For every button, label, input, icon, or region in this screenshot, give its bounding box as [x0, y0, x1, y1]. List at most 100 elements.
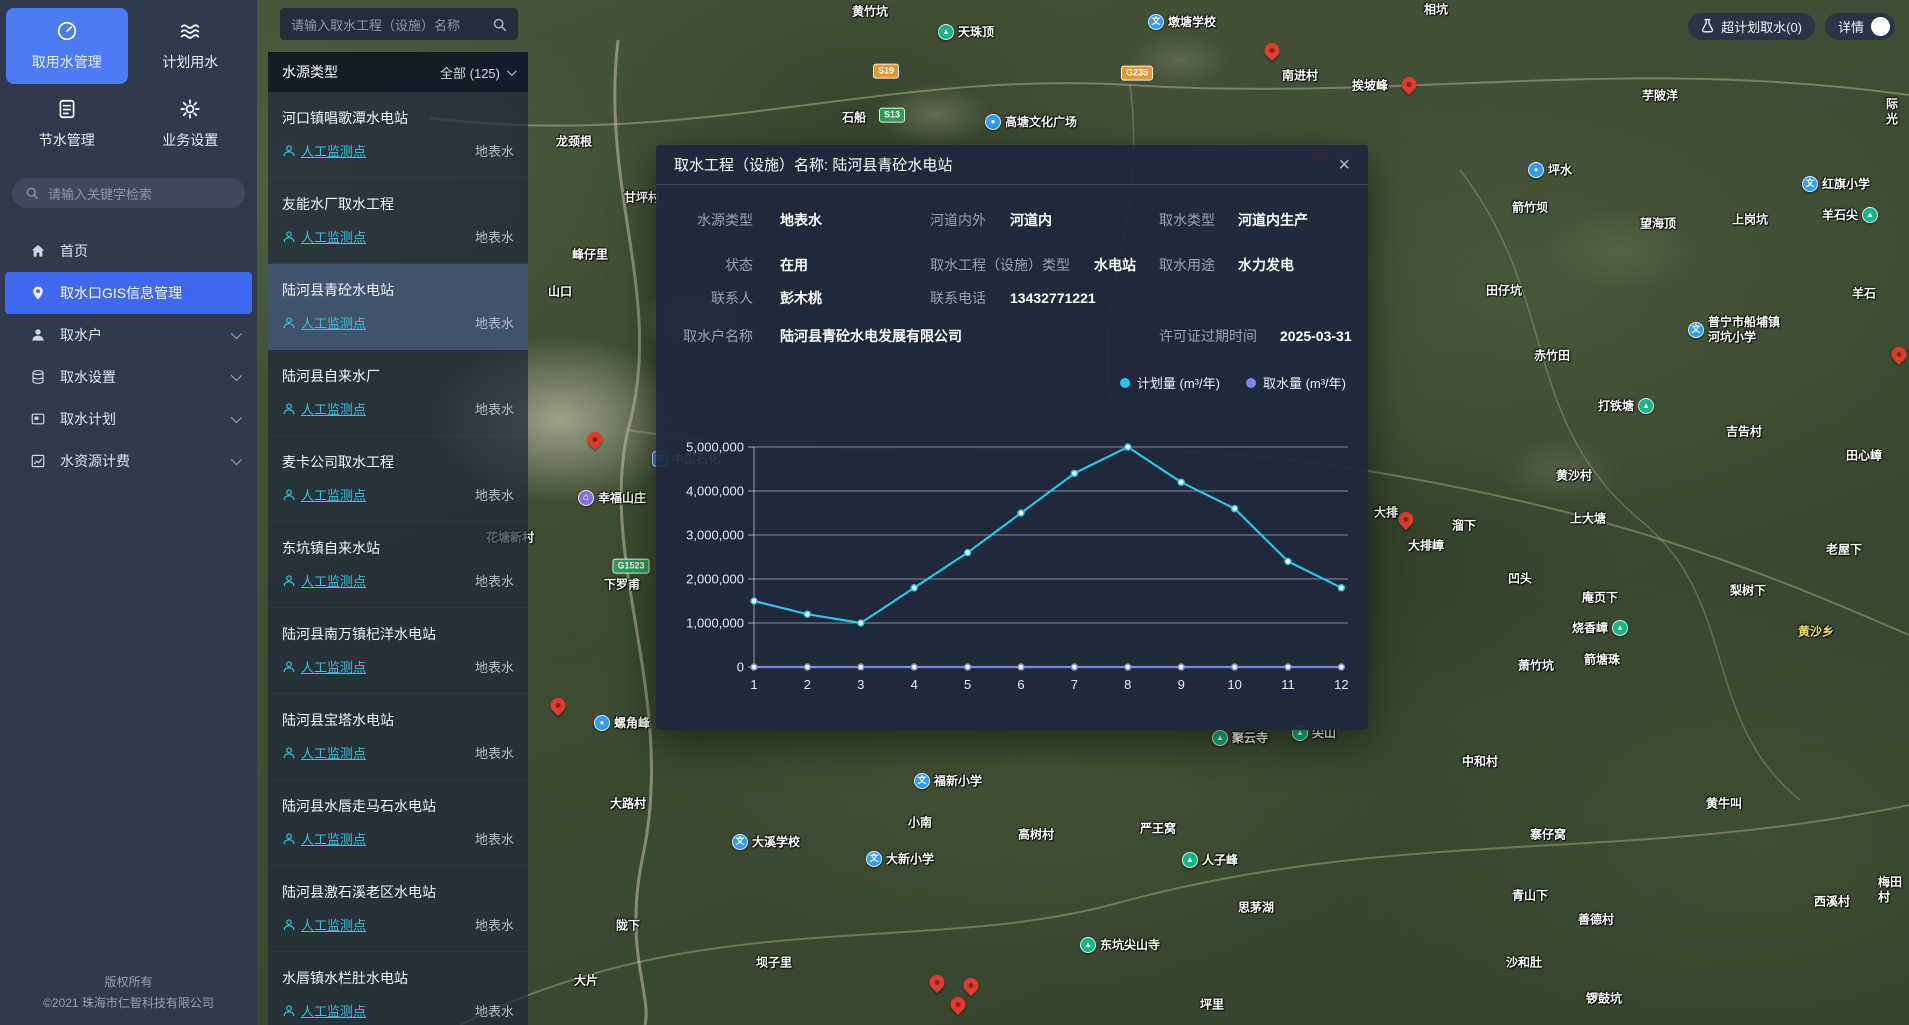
red-pin-marker-icon[interactable]	[1395, 509, 1416, 530]
map-place-name: 萧竹坑	[1518, 659, 1554, 674]
facility-list-item[interactable]: 陆河县南万镇杞洋水电站人工监测点地表水	[268, 608, 528, 694]
info-label: 状态	[656, 253, 753, 277]
toggle-knob[interactable]	[1871, 17, 1890, 36]
user-icon	[30, 327, 46, 343]
svg-text:11: 11	[1281, 677, 1295, 692]
water-source-type: 地表水	[475, 399, 514, 418]
map-place-name: 普宁市船埔镇 河坑小学	[1708, 315, 1780, 345]
info-label: 水源类型	[656, 208, 753, 232]
red-pin-marker-icon[interactable]	[960, 975, 981, 996]
sidebar-item-取水口GIS信息管理[interactable]: 取水口GIS信息管理	[5, 272, 252, 314]
manual-monitor-link[interactable]: 人工监测点	[282, 141, 366, 160]
water-source-type: 地表水	[475, 657, 514, 676]
over-plan-intake-label: 超计划取水(0)	[1721, 17, 1802, 36]
map-place-name: 陇下	[616, 919, 640, 934]
chevron-down-icon	[231, 328, 242, 339]
red-pin-marker-icon[interactable]	[1261, 40, 1282, 61]
map-place-name: 东坑尖山寺	[1100, 938, 1160, 953]
info-value: 陆河县青砼水电发展有限公司	[780, 324, 962, 348]
facility-list-item[interactable]: 东坑镇自来水站人工监测点地表水	[268, 522, 528, 608]
svg-text:4,000,000: 4,000,000	[686, 484, 744, 499]
legend-item[interactable]: 计划量 (m³/年)	[1120, 373, 1220, 392]
manual-monitor-link[interactable]: 人工监测点	[282, 399, 366, 418]
flask-icon	[1701, 18, 1714, 36]
info-value: 河道内	[1010, 208, 1052, 232]
map-place-name: 福新小学	[934, 774, 982, 789]
red-pin-marker-icon[interactable]	[947, 994, 968, 1015]
info-pair-取水户名称: 取水户名称陆河县青砼水电发展有限公司	[656, 324, 962, 348]
manual-monitor-link[interactable]: 人工监测点	[282, 313, 366, 332]
map-place-label: 赤竹田	[1534, 349, 1570, 364]
manual-monitor-link[interactable]: 人工监测点	[282, 743, 366, 762]
info-row: 状态在用取水工程（设施）类型水电站取水用途水力发电	[656, 253, 1368, 277]
map-place-label: 善德村	[1578, 913, 1614, 928]
launcher-tile-取用水管理[interactable]: 取用水管理	[6, 8, 128, 84]
over-plan-intake-button[interactable]: 超计划取水(0)	[1688, 13, 1815, 40]
info-pair-取水工程（设施）类型: 取水工程（设施）类型水电站	[930, 253, 1136, 277]
facility-name: 水唇镇水栏肚水电站	[282, 968, 514, 988]
red-pin-marker-icon[interactable]	[584, 429, 605, 450]
manual-monitor-link[interactable]: 人工监测点	[282, 915, 366, 934]
water-source-type: 地表水	[475, 915, 514, 934]
sidebar-menu: 首页取水口GIS信息管理取水户取水设置取水计划水资源计费	[0, 230, 257, 482]
info-label: 取水用途	[1159, 253, 1215, 277]
manual-monitor-link[interactable]: 人工监测点	[282, 657, 366, 676]
detail-toggle[interactable]: 详情	[1825, 13, 1895, 40]
launcher-tile-计划用水[interactable]: 计划用水	[130, 8, 252, 84]
facility-list-item[interactable]: 陆河县水唇走马石水电站人工监测点地表水	[268, 780, 528, 866]
map-place-label: 大片	[574, 974, 598, 989]
launcher-tile-业务设置[interactable]: 业务设置	[130, 86, 252, 162]
copyright-footer: 版权所有 ©2021 珠海市仁智科技有限公司	[0, 972, 257, 1025]
info-label: 河道内外	[930, 208, 986, 232]
red-pin-marker-icon[interactable]	[1398, 74, 1419, 95]
red-pin-marker-icon[interactable]	[1888, 344, 1909, 365]
facility-list-item[interactable]: 河口镇唱歌潭水电站人工监测点地表水	[268, 92, 528, 178]
map-place-name: 箭塘珠	[1584, 653, 1620, 668]
facility-search-input[interactable]: 请输入取水工程（设施）名称	[280, 8, 518, 40]
manual-monitor-link[interactable]: 人工监测点	[282, 571, 366, 590]
modal-title: 取水工程（设施）名称: 陆河县青砼水电站	[674, 154, 952, 175]
manual-monitor-link[interactable]: 人工监测点	[282, 829, 366, 848]
map-place-name: 中和村	[1462, 755, 1498, 770]
facility-name: 陆河县自来水厂	[282, 366, 514, 386]
sidebar-item-取水设置[interactable]: 取水设置	[0, 356, 257, 398]
red-pin-marker-icon[interactable]	[926, 972, 947, 993]
facility-list-item[interactable]: 陆河县宝塔水电站人工监测点地表水	[268, 694, 528, 780]
close-icon[interactable]: ×	[1338, 155, 1350, 175]
map-place-name: 石船	[842, 111, 866, 126]
launcher-tile-节水管理[interactable]: 节水管理	[6, 86, 128, 162]
facility-detail-modal: 取水工程（设施）名称: 陆河县青砼水电站 × 水源类型地表水河道内外河道内取水类…	[656, 145, 1368, 730]
facility-list-item[interactable]: 陆河县青砼水电站人工监测点地表水	[268, 264, 528, 350]
facility-list-item[interactable]: 陆河县自来水厂人工监测点 地表水	[268, 350, 528, 436]
road-shield-label: S13	[879, 108, 905, 123]
facility-list-item[interactable]: 友能水厂取水工程人工监测点地表水	[268, 178, 528, 264]
app-launcher: 取用水管理计划用水节水管理业务设置	[0, 0, 257, 162]
sidebar-item-取水计划[interactable]: 取水计划	[0, 398, 257, 440]
facility-list-item[interactable]: 水唇镇水栏肚水电站人工监测点地表水	[268, 952, 528, 1025]
sidebar-search-input[interactable]: 请输入关键字检索	[12, 178, 245, 208]
sidebar-item-水资源计费[interactable]: 水资源计费	[0, 440, 257, 482]
manual-monitor-link[interactable]: 人工监测点	[282, 1001, 366, 1020]
sidebar-item-label: 首页	[60, 241, 88, 261]
svg-text:5: 5	[964, 677, 971, 692]
facility-name: 河口镇唱歌潭水电站	[282, 108, 514, 128]
map-place-name: 高树村	[1018, 828, 1054, 843]
map-place-label: 西溪村	[1814, 895, 1850, 910]
manual-monitor-link[interactable]: 人工监测点	[282, 485, 366, 504]
manual-monitor-link[interactable]: 人工监测点	[282, 227, 366, 246]
sidebar-item-首页[interactable]: 首页	[0, 230, 257, 272]
red-pin-marker-icon[interactable]	[547, 695, 568, 716]
facility-search-placeholder: 请输入取水工程（设施）名称	[291, 15, 492, 34]
source-type-filter[interactable]: 水源类型 全部 (125)	[268, 52, 528, 92]
facility-list-item[interactable]: 麦卡公司取水工程人工监测点地表水	[268, 436, 528, 522]
facility-list-item[interactable]: 陆河县激石溪老区水电站人工监测点地表水	[268, 866, 528, 952]
info-value: 在用	[780, 253, 808, 277]
person-icon	[282, 746, 296, 760]
map-place-label: 黄竹坑	[852, 5, 888, 20]
sidebar-item-取水户[interactable]: 取水户	[0, 314, 257, 356]
map-place-label: 老屋下	[1826, 543, 1862, 558]
map-place-label: ▲天珠顶	[938, 24, 994, 40]
legend-item[interactable]: 取水量 (m³/年)	[1246, 373, 1346, 392]
map-place-name: 山口	[548, 285, 572, 300]
info-value: 地表水	[780, 208, 822, 232]
